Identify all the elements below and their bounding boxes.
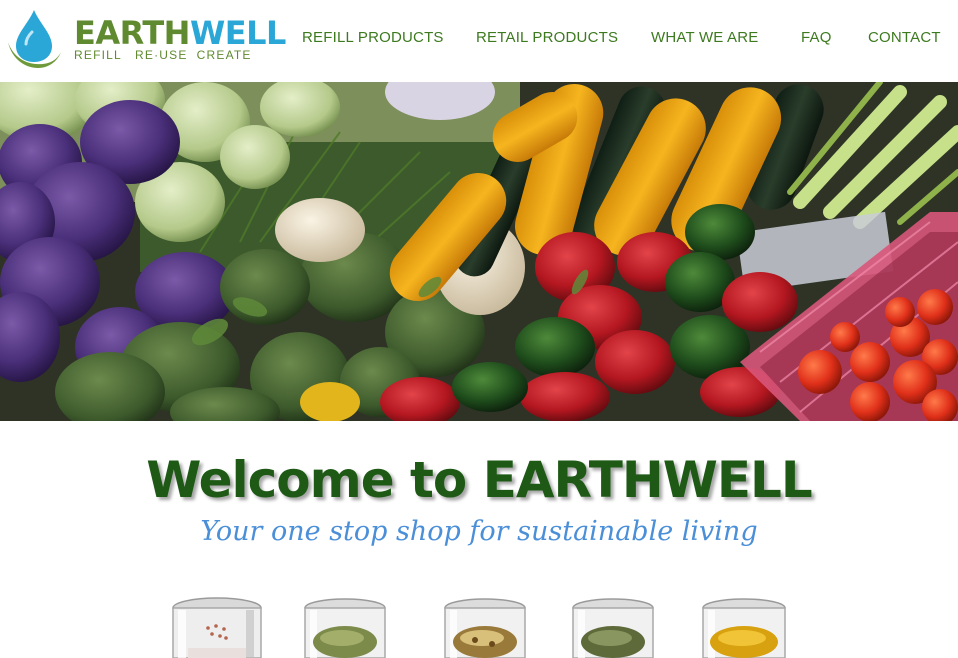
- logo-word-earth: EARTH: [74, 14, 190, 52]
- welcome-subtitle: Your one stop shop for sustainable livin…: [200, 516, 758, 547]
- site-header: EARTHWELL REFILL RE·USE CREATE REFILL PR…: [0, 0, 958, 82]
- spice-jar-icon[interactable]: [168, 596, 266, 658]
- logo-text: EARTHWELL REFILL RE·USE CREATE: [74, 16, 286, 62]
- water-drop-icon: [8, 10, 61, 68]
- nav-retail-products[interactable]: RETAIL PRODUCTS: [476, 29, 618, 46]
- spice-jar-icon[interactable]: [440, 596, 530, 658]
- logo-word-well: WELL: [189, 14, 286, 52]
- main-nav: REFILL PRODUCTS RETAIL PRODUCTS WHAT WE …: [302, 29, 958, 49]
- welcome-title: Welcome to EARTHWELL: [146, 451, 813, 509]
- nav-what-we-are[interactable]: WHAT WE ARE: [651, 29, 759, 46]
- nav-refill-products[interactable]: REFILL PRODUCTS: [302, 29, 444, 46]
- spice-jar-icon[interactable]: [300, 596, 390, 658]
- logo-wordmark: EARTHWELL: [74, 16, 286, 50]
- spice-jar-icon[interactable]: [568, 596, 658, 658]
- nav-contact[interactable]: CONTACT: [868, 29, 941, 46]
- hero-image: [0, 82, 958, 421]
- site-logo[interactable]: EARTHWELL REFILL RE·USE CREATE: [6, 8, 286, 72]
- spice-jar-icon[interactable]: [698, 596, 790, 658]
- nav-faq[interactable]: FAQ: [801, 29, 832, 46]
- product-jars: [0, 596, 958, 658]
- welcome-section: Welcome to EARTHWELL Your one stop shop …: [0, 448, 958, 552]
- vegetable-market-illustration: [0, 82, 958, 421]
